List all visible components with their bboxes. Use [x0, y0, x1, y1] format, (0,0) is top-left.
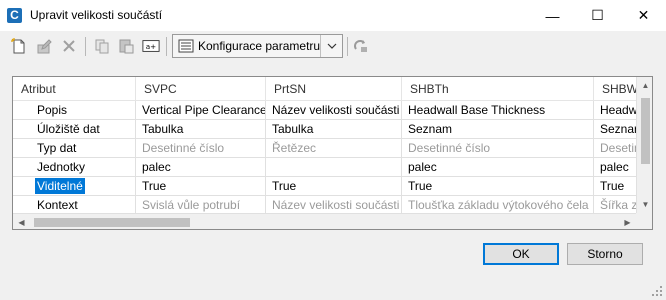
- horizontal-scroll-thumb[interactable]: [34, 218, 190, 227]
- table-cell: Desetinné číslo: [402, 139, 594, 158]
- column-header-prtsn[interactable]: PrtSN: [266, 77, 402, 101]
- table-cell[interactable]: Název velikosti součásti: [266, 101, 402, 120]
- table-cell[interactable]: Tabulka: [136, 120, 266, 139]
- grid-header: Atribut SVPC PrtSN SHBTh SHBW: [13, 77, 652, 101]
- table-cell[interactable]: palec: [402, 158, 594, 177]
- title-bar: C Upravit velikosti součástí — ☐ ✕: [0, 0, 666, 31]
- scroll-right-icon[interactable]: ▶: [619, 214, 636, 229]
- table-row[interactable]: Viditelné True True True True: [13, 177, 652, 196]
- refresh-icon: [352, 37, 370, 55]
- delete-icon: [60, 37, 78, 55]
- table-row[interactable]: Úložiště dat Tabulka Tabulka Seznam Seznar: [13, 120, 652, 139]
- vertical-scrollbar[interactable]: ▲ ▼: [636, 77, 652, 213]
- config-icon: [177, 37, 195, 55]
- column-header-svpc[interactable]: SVPC: [136, 77, 266, 101]
- close-button[interactable]: ✕: [621, 0, 666, 31]
- rename-icon[interactable]: a+: [142, 37, 160, 55]
- cancel-button[interactable]: Storno: [567, 243, 643, 265]
- vertical-scroll-thumb[interactable]: [641, 98, 650, 164]
- window-title: Upravit velikosti součástí: [30, 8, 163, 22]
- paste-icon: [117, 37, 135, 55]
- config-dropdown[interactable]: Konfigurace parametru: [172, 34, 343, 58]
- copy-icon: [93, 37, 111, 55]
- table-cell[interactable]: Vertical Pipe Clearance: [136, 101, 266, 120]
- attribute-grid[interactable]: Atribut SVPC PrtSN SHBTh SHBW Popis Verti…: [12, 76, 653, 230]
- table-cell[interactable]: palec: [136, 158, 266, 177]
- table-cell[interactable]: True: [266, 177, 402, 196]
- new-row-icon[interactable]: [10, 37, 28, 55]
- table-cell[interactable]: [266, 158, 402, 177]
- toolbar-separator: [166, 37, 167, 56]
- svg-text:a+: a+: [146, 42, 156, 51]
- table-cell[interactable]: Headwall Base Thickness: [402, 101, 594, 120]
- scroll-down-icon[interactable]: ▼: [637, 196, 652, 213]
- table-cell[interactable]: Tabulka: [266, 120, 402, 139]
- row-label-cell[interactable]: Viditelné: [13, 177, 136, 196]
- scroll-up-icon[interactable]: ▲: [637, 77, 652, 94]
- row-label: Typ dat: [37, 141, 77, 155]
- column-header-shbth[interactable]: SHBTh: [402, 77, 594, 101]
- row-label-cell[interactable]: Typ dat: [13, 139, 136, 158]
- toolbar-separator: [347, 37, 348, 56]
- table-cell: Desetinné číslo: [136, 139, 266, 158]
- resize-grip-icon[interactable]: [651, 285, 663, 297]
- edit-icon: [35, 37, 53, 55]
- chevron-down-icon[interactable]: [320, 35, 342, 57]
- table-cell[interactable]: True: [402, 177, 594, 196]
- row-label: Popis: [37, 103, 68, 117]
- table-row[interactable]: Jednotky palec palec palec: [13, 158, 652, 177]
- table-cell: Řetězec: [266, 139, 402, 158]
- row-label-cell[interactable]: Popis: [13, 101, 136, 120]
- row-label: Úložiště dat: [37, 122, 100, 136]
- table-cell[interactable]: True: [136, 177, 266, 196]
- row-label-cell[interactable]: Jednotky: [13, 158, 136, 177]
- config-label: Konfigurace parametru: [198, 39, 321, 53]
- row-label-cell[interactable]: Úložiště dat: [13, 120, 136, 139]
- row-label: Viditelné: [35, 178, 85, 194]
- toolbar: a+ Konfigurace parametru: [0, 31, 666, 61]
- horizontal-scrollbar[interactable]: ◀ ▶: [13, 213, 636, 229]
- row-label: Jednotky: [37, 160, 86, 174]
- row-label: Kontext: [37, 198, 78, 212]
- app-icon: C: [7, 8, 22, 23]
- toolbar-separator: [85, 37, 86, 56]
- scroll-left-icon[interactable]: ◀: [13, 214, 30, 229]
- maximize-button[interactable]: ☐: [575, 0, 620, 31]
- column-header-attribut[interactable]: Atribut: [13, 77, 136, 101]
- table-row[interactable]: Typ dat Desetinné číslo Řetězec Desetinné č…: [13, 139, 652, 158]
- minimize-button[interactable]: —: [530, 0, 575, 31]
- table-row[interactable]: Popis Vertical Pipe Clearance Název veliko…: [13, 101, 652, 120]
- scroll-corner: [636, 213, 652, 229]
- ok-button[interactable]: OK: [483, 243, 559, 265]
- table-cell[interactable]: Seznam: [402, 120, 594, 139]
